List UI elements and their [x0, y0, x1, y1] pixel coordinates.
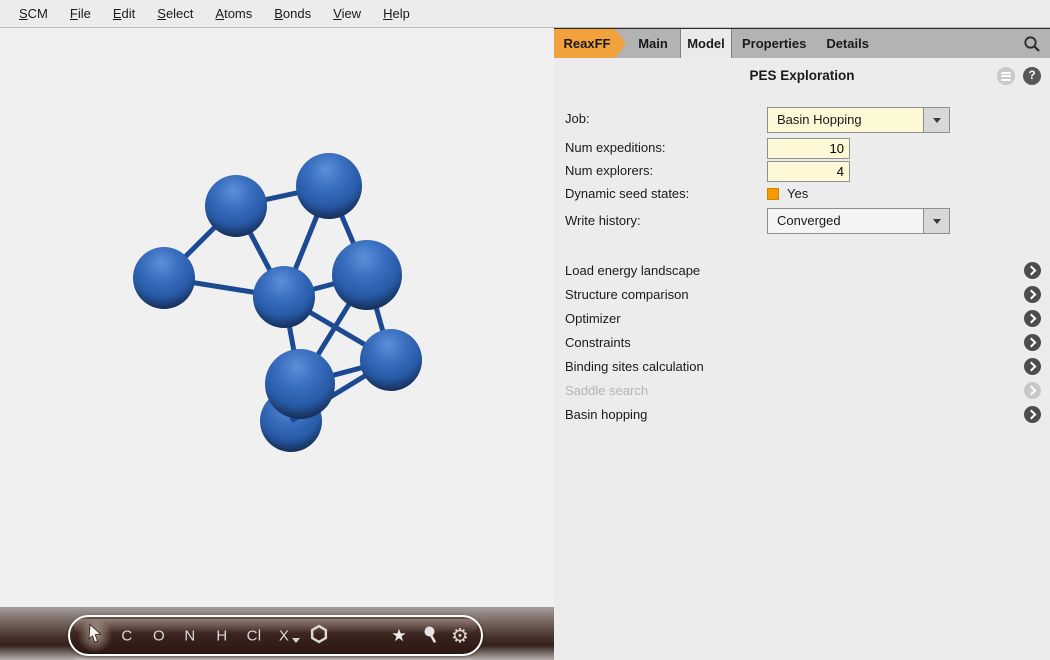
element-cl-button[interactable]: Cl — [247, 627, 262, 644]
num-explorers-label: Num explorers: — [565, 163, 653, 179]
write-history-label: Write history: — [565, 213, 641, 229]
pointer-tool-icon[interactable] — [86, 623, 104, 648]
job-dropdown-button[interactable] — [923, 108, 949, 132]
dynamic-seed-states-checkbox[interactable] — [767, 188, 779, 200]
chevron-right-icon[interactable] — [1024, 358, 1041, 375]
element-o-button[interactable]: O — [153, 627, 165, 644]
section-basin-hopping[interactable]: Basin hopping — [565, 406, 647, 424]
tab-properties[interactable]: Properties — [732, 29, 816, 58]
tab-model[interactable]: Model — [680, 29, 732, 58]
molecule-3d-view[interactable] — [0, 28, 554, 608]
chevron-down-icon — [933, 219, 941, 224]
gear-icon[interactable]: ⚙ — [451, 623, 469, 648]
menu-scm[interactable]: SCM — [8, 6, 59, 21]
menu-bonds[interactable]: Bonds — [263, 6, 322, 21]
job-value: Basin Hopping — [777, 108, 862, 132]
element-h-button[interactable]: H — [216, 627, 227, 644]
page-title: PES Exploration — [554, 68, 1050, 83]
molecule-viewport[interactable]: C O N H Cl X ★ ⚙ — [0, 28, 554, 660]
section-binding-sites-calculation[interactable]: Binding sites calculation — [565, 358, 704, 376]
element-dropdown-icon[interactable] — [292, 638, 300, 643]
chevron-right-icon[interactable] — [1024, 286, 1041, 303]
panel-menu-button[interactable] — [997, 67, 1015, 85]
menu-atoms[interactable]: Atoms — [204, 6, 263, 21]
toolbar-gloss — [74, 619, 477, 633]
section-constraints[interactable]: Constraints — [565, 334, 631, 352]
dynamic-seed-states-value: Yes — [787, 186, 808, 202]
write-history-value: Converged — [777, 209, 841, 233]
atom-sphere[interactable] — [360, 329, 422, 391]
help-button[interactable]: ? — [1023, 67, 1041, 85]
application-window: SCM File Edit Select Atoms Bonds View He… — [0, 0, 1050, 660]
tabbar-spacer — [879, 29, 1014, 58]
section-optimizer[interactable]: Optimizer — [565, 310, 621, 328]
chevron-right-icon[interactable] — [1024, 262, 1041, 279]
tab-bar: ReaxFF Main Model Properties Details — [554, 28, 1050, 58]
atom-sphere[interactable] — [332, 240, 402, 310]
section-load-energy-landscape[interactable]: Load energy landscape — [565, 262, 700, 280]
chevron-right-icon[interactable] — [1024, 334, 1041, 351]
panel-content: PES Exploration ? Job: Basin Hopping Num… — [554, 58, 1050, 660]
chevron-right-icon-disabled — [1024, 382, 1041, 399]
atom-sphere[interactable] — [265, 349, 335, 419]
tab-details[interactable]: Details — [816, 29, 879, 58]
num-expeditions-input[interactable] — [767, 138, 850, 159]
write-history-dropdown[interactable]: Converged — [767, 208, 950, 234]
dynamic-seed-states-label: Dynamic seed states: — [565, 186, 689, 202]
atom-sphere[interactable] — [205, 175, 267, 237]
menu-edit[interactable]: Edit — [102, 6, 146, 21]
atom-sphere[interactable] — [133, 247, 195, 309]
search-icon — [1023, 35, 1041, 53]
pin-icon[interactable] — [422, 624, 439, 647]
element-toolbar: C O N H Cl X ★ ⚙ — [68, 615, 483, 656]
job-label: Job: — [565, 111, 590, 127]
section-saddle-search: Saddle search — [565, 382, 648, 400]
chevron-down-icon — [933, 118, 941, 123]
job-dropdown[interactable]: Basin Hopping — [767, 107, 950, 133]
element-x-button[interactable]: X — [279, 627, 289, 644]
write-history-dropdown-button[interactable] — [923, 209, 949, 233]
atom-sphere[interactable] — [253, 266, 315, 328]
element-n-button[interactable]: N — [184, 627, 195, 644]
tab-main[interactable]: Main — [626, 29, 680, 58]
num-explorers-input[interactable] — [767, 161, 850, 182]
menu-select[interactable]: Select — [146, 6, 204, 21]
menu-file[interactable]: File — [59, 6, 102, 21]
menu-bar: SCM File Edit Select Atoms Bonds View He… — [0, 0, 1050, 28]
search-button[interactable] — [1014, 29, 1050, 58]
section-structure-comparison[interactable]: Structure comparison — [565, 286, 689, 304]
atom-sphere[interactable] — [296, 153, 362, 219]
element-c-button[interactable]: C — [121, 627, 132, 644]
menu-help[interactable]: Help — [372, 6, 421, 21]
tab-reaxff[interactable]: ReaxFF — [554, 29, 626, 58]
hamburger-icon — [1001, 72, 1011, 74]
num-expeditions-label: Num expeditions: — [565, 140, 665, 156]
chevron-right-icon[interactable] — [1024, 406, 1041, 423]
ring-tool-icon[interactable] — [310, 624, 329, 647]
menu-view[interactable]: View — [322, 6, 372, 21]
star-icon[interactable]: ★ — [391, 626, 406, 646]
settings-panel: ReaxFF Main Model Properties Details PES… — [554, 28, 1050, 660]
chevron-right-icon[interactable] — [1024, 310, 1041, 327]
